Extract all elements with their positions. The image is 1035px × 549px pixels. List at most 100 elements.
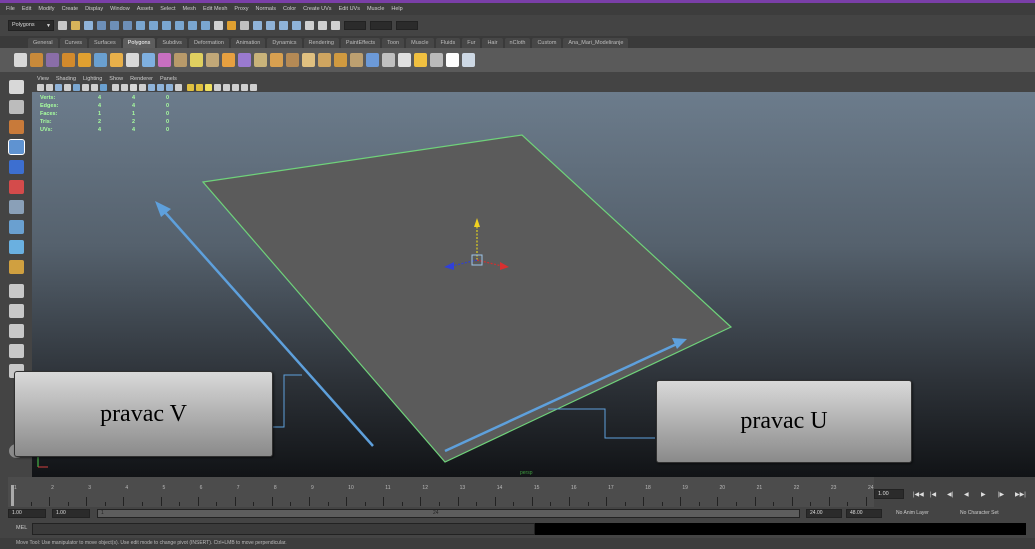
shelf-tool-icon-17[interactable] [270, 53, 283, 67]
numeric-input-field-2[interactable] [396, 20, 418, 30]
shelf-tab-curves[interactable]: Curves [59, 38, 87, 48]
anim-layer-selector[interactable]: No Anim Layer [896, 510, 929, 516]
panel-toolbar-icon-12[interactable] [139, 84, 146, 91]
panel-toolbar-icon-1[interactable] [37, 84, 44, 91]
menu-item-color[interactable]: Color [283, 6, 296, 12]
panel-toolbar-icon-17[interactable] [187, 84, 194, 91]
shelf-tool-icon-11[interactable] [174, 53, 187, 67]
shelf-tool-icon-4[interactable] [62, 53, 75, 67]
panel-toolbar-icon-16[interactable] [175, 84, 182, 91]
shelf-tool-icon-20[interactable] [318, 53, 331, 67]
shelf-tool-icon-21[interactable] [334, 53, 347, 67]
menu-item-select[interactable]: Select [160, 6, 175, 12]
persp-outliner-layout-icon[interactable] [9, 324, 24, 338]
panel-toolbar-icon-7[interactable] [91, 84, 98, 91]
menu-item-window[interactable]: Window [110, 6, 130, 12]
shelf-tab-hair[interactable]: Hair [482, 38, 503, 48]
panel-toolbar-icon-2[interactable] [46, 84, 53, 91]
play-forward-icon[interactable]: ▶ [981, 491, 986, 498]
menu-item-display[interactable]: Display [85, 6, 103, 12]
mask-curves-icon[interactable] [162, 20, 171, 30]
numeric-input-field[interactable] [370, 20, 392, 30]
make-live-icon[interactable] [292, 20, 301, 30]
mask-rendering-icon[interactable] [214, 20, 223, 30]
shelf-tool-icon-28[interactable] [446, 53, 459, 67]
menu-item-edit-uvs[interactable]: Edit UVs [339, 6, 360, 12]
shelf-tab-deformation[interactable]: Deformation [188, 38, 229, 48]
range-slider[interactable]: 1 24 [97, 509, 800, 518]
single-perspective-layout-icon[interactable] [9, 284, 24, 298]
shelf-tool-icon-24[interactable] [382, 53, 395, 67]
go-to-start-icon[interactable]: |◀◀ [913, 491, 924, 498]
mask-joints-icon[interactable] [149, 20, 158, 30]
panel-toolbar-icon-4[interactable] [64, 84, 71, 91]
step-back-icon[interactable]: ◀| [947, 491, 953, 498]
rotate-tool-icon[interactable] [9, 160, 24, 174]
panel-toolbar-icon-18[interactable] [196, 84, 203, 91]
save-scene-icon[interactable] [84, 20, 93, 30]
manipulator-tool-icon[interactable] [9, 200, 24, 214]
panel-toolbar-icon-11[interactable] [130, 84, 137, 91]
shelf-tool-icon-22[interactable] [350, 53, 363, 67]
shelf-tool-icon-1[interactable] [14, 53, 27, 67]
panel-toolbar-icon-6[interactable] [82, 84, 89, 91]
menu-item-assets[interactable]: Assets [137, 6, 154, 12]
playback-end-field[interactable]: 24.00 [806, 509, 842, 518]
menu-item-mesh[interactable]: Mesh [183, 6, 196, 12]
menu-item-file[interactable]: File [6, 6, 15, 12]
shelf-tool-icon-15[interactable] [238, 53, 251, 67]
menu-item-proxy[interactable]: Proxy [234, 6, 248, 12]
panel-toolbar-icon-24[interactable] [250, 84, 257, 91]
playback-start-field[interactable]: 1.00 [52, 509, 90, 518]
go-to-end-icon[interactable]: ▶▶| [1015, 491, 1026, 498]
shelf-tab-general[interactable]: General [28, 38, 58, 48]
panel-toolbar-icon-3[interactable] [55, 84, 62, 91]
panel-toolbar-icon-19[interactable] [205, 84, 212, 91]
soft-mod-tool-icon[interactable] [9, 220, 24, 234]
render-icon[interactable] [305, 20, 314, 30]
menu-item-muscle[interactable]: Muscle [367, 6, 384, 12]
shelf-tool-icon-6[interactable] [94, 53, 107, 67]
play-back-icon[interactable]: ◀ [964, 491, 969, 498]
select-object-icon[interactable] [110, 20, 119, 30]
shelf-tab-custom[interactable]: Custom [532, 38, 562, 48]
shelf-tool-icon-25[interactable] [398, 53, 411, 67]
input-line-field[interactable] [344, 20, 366, 30]
mask-handles-icon[interactable] [136, 20, 145, 30]
shelf-tab-fluids[interactable]: Fluids [435, 38, 461, 48]
persp-graph-layout-icon[interactable] [9, 344, 24, 358]
snap-point-icon[interactable] [266, 20, 275, 30]
panel-toolbar-icon-10[interactable] [121, 84, 128, 91]
polygon-plane[interactable] [201, 134, 733, 463]
command-language-label[interactable]: MEL [16, 525, 27, 531]
panel-toolbar-icon-8[interactable] [100, 84, 107, 91]
panel-menu-show[interactable]: Show [109, 76, 123, 82]
mask-misc-icon[interactable] [227, 20, 236, 30]
panel-menu-lighting[interactable]: Lighting [83, 76, 102, 82]
select-tool-icon[interactable] [9, 80, 24, 94]
shelf-tool-icon-5[interactable] [78, 53, 91, 67]
move-tool-icon[interactable] [8, 139, 25, 155]
panel-toolbar-icon-20[interactable] [214, 84, 221, 91]
shelf-tab-subdivs[interactable]: Subdivs [157, 38, 187, 48]
panel-toolbar-icon-13[interactable] [148, 84, 155, 91]
time-ruler[interactable]: 1 2 3 4 5 6 7 8 9 10 11 12 13 14 15 16 17 18 19 20 21 22 23 24 [8, 477, 874, 507]
shelf-tab-animation[interactable]: Animation [230, 38, 266, 48]
snap-grid-icon[interactable] [240, 20, 249, 30]
shelf-tab-muscle[interactable]: Muscle [406, 38, 434, 48]
shelf-tab-painteffects[interactable]: PaintEffects [340, 38, 381, 48]
shelf-tab-surfaces[interactable]: Surfaces [89, 38, 121, 48]
step-back-key-icon[interactable]: |◀ [930, 491, 936, 498]
character-set-selector[interactable]: No Character Set [960, 510, 999, 516]
mask-dynamics-icon[interactable] [201, 20, 210, 30]
ipr-render-icon[interactable] [318, 20, 327, 30]
panel-toolbar-icon-9[interactable] [112, 84, 119, 91]
last-tool-icon[interactable] [9, 260, 24, 274]
shelf-tool-icon-26[interactable] [414, 53, 427, 67]
paint-select-tool-icon[interactable] [9, 120, 24, 134]
shelf-tool-icon-27[interactable] [430, 53, 443, 67]
snap-curve-icon[interactable] [253, 20, 262, 30]
menu-item-normals[interactable]: Normals [255, 6, 275, 12]
menu-set-selector[interactable]: Polygons ▼ [8, 19, 54, 31]
shelf-tab-rendering[interactable]: Rendering [303, 38, 339, 48]
